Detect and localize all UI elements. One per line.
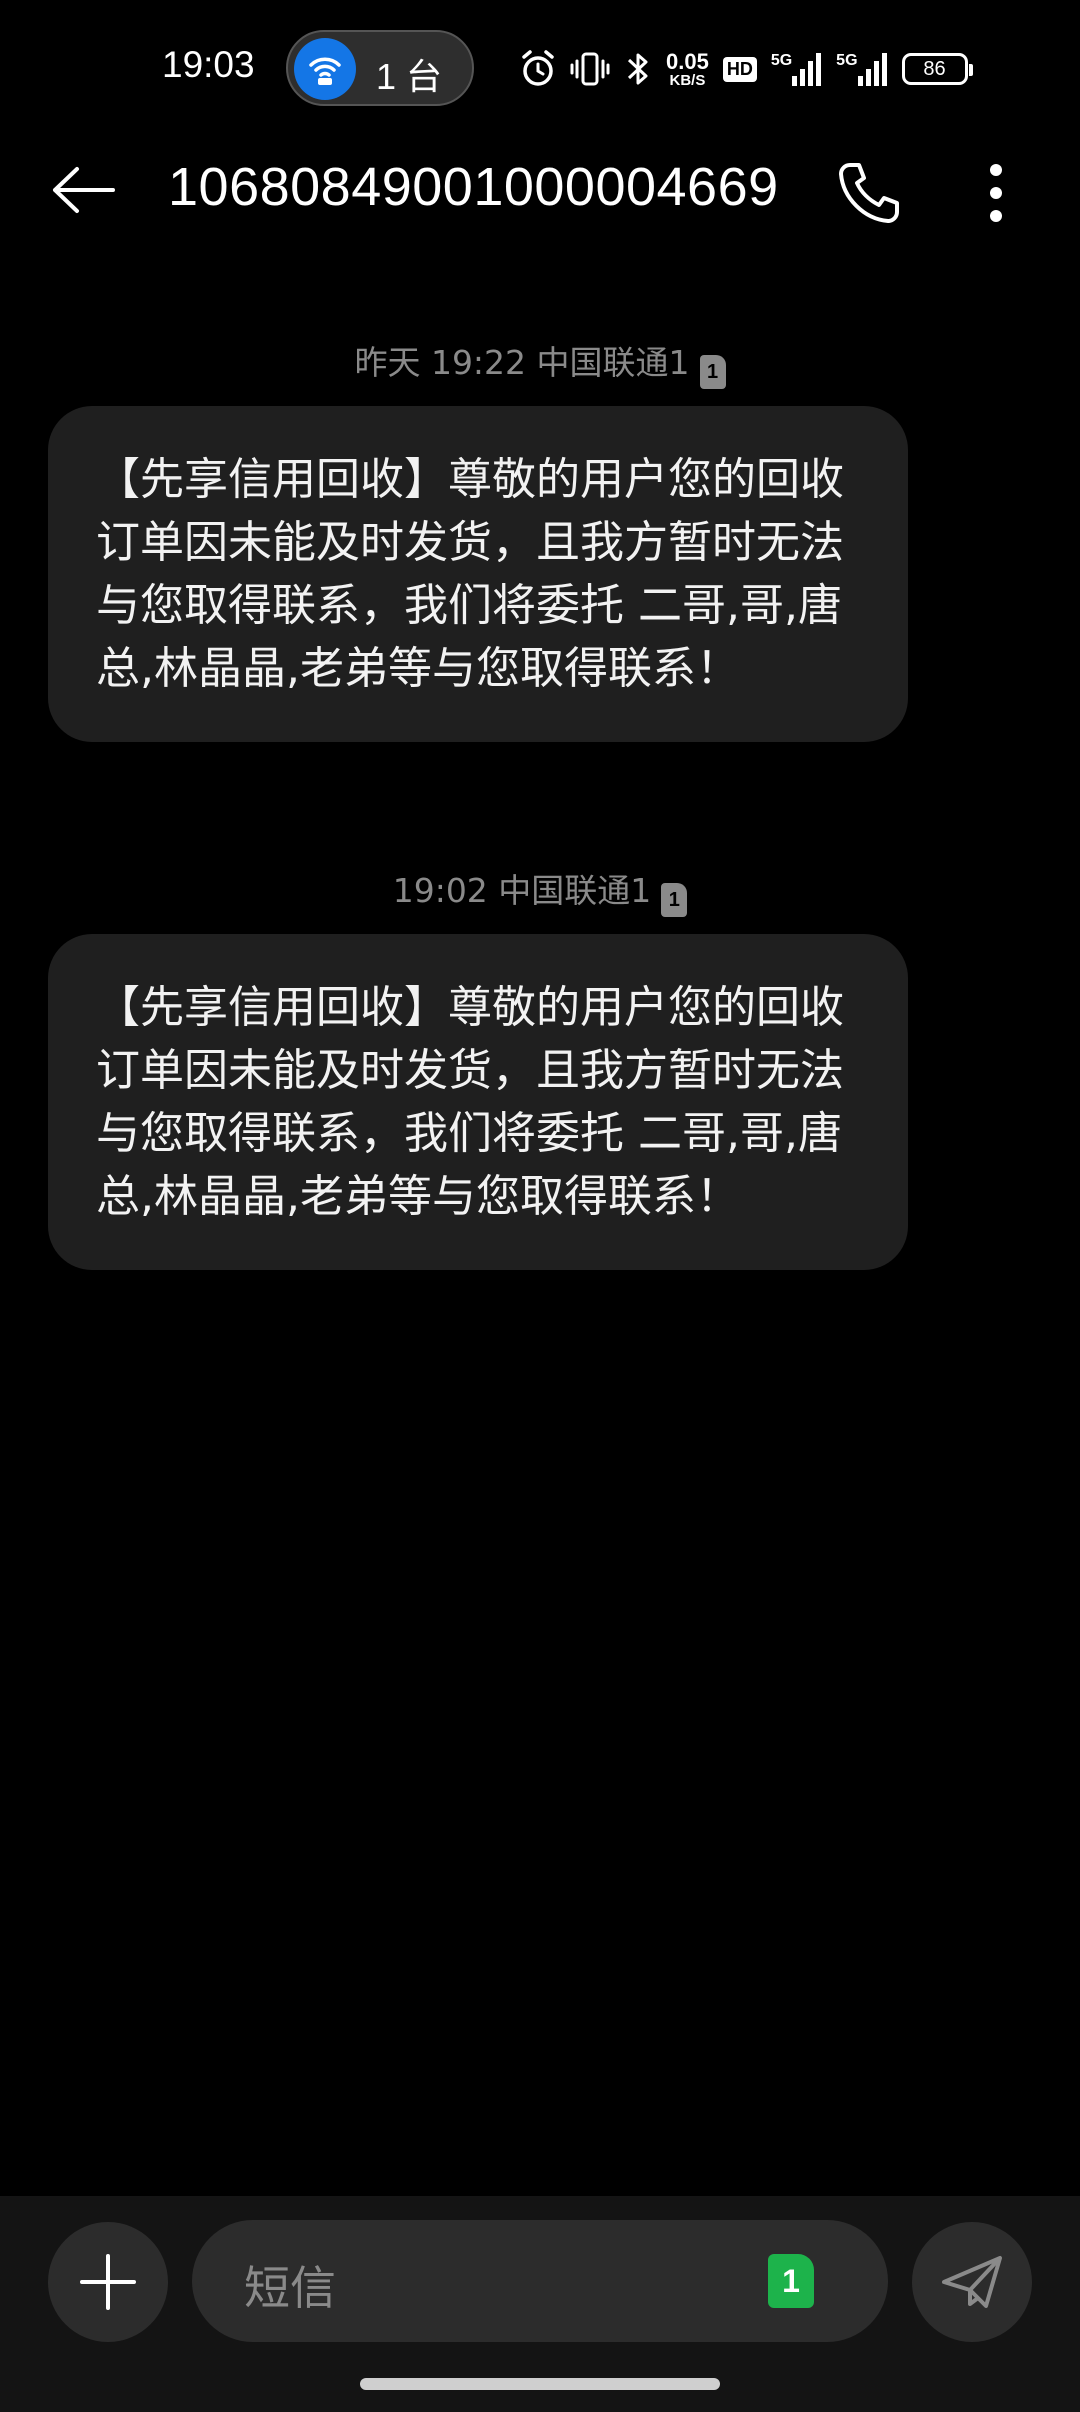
message-input[interactable]: 短信 1 — [192, 2220, 888, 2342]
send-icon — [942, 2256, 1002, 2308]
hotspot-indicator[interactable]: 1 台 — [286, 30, 474, 106]
send-button[interactable] — [912, 2222, 1032, 2342]
home-indicator[interactable] — [360, 2378, 720, 2390]
message-text: 【先享信用回收】尊敬的用户您的回收订单因未能及时发货，且我方暂时无法与您取得联系… — [96, 454, 844, 694]
network-speed-value: 0.05 — [666, 48, 709, 74]
message-meta-text: 19:02 中国联通1 — [392, 871, 652, 910]
plus-icon — [80, 2254, 136, 2310]
hotspot-device-count: 1 台 — [376, 56, 443, 97]
message-text: 【先享信用回收】尊敬的用户您的回收订单因未能及时发货，且我方暂时无法与您取得联系… — [96, 982, 844, 1222]
message-meta-text: 昨天 19:22 中国联通1 — [354, 343, 690, 382]
more-options-button[interactable] — [966, 154, 1026, 232]
signal-icon: 5G — [836, 52, 887, 86]
attach-button[interactable] — [48, 2222, 168, 2342]
status-icons: 0.05 KB/S HD 5G 5G 86 — [520, 42, 990, 96]
contact-title: 10680849001000004669 — [168, 157, 779, 217]
message-input-placeholder: 短信 — [244, 2261, 336, 2315]
message-bubble[interactable]: 【先享信用回收】尊敬的用户您的回收订单因未能及时发货，且我方暂时无法与您取得联系… — [48, 406, 908, 742]
signal-1-label: 5G — [770, 52, 793, 69]
back-button[interactable] — [44, 154, 124, 226]
battery-level: 86 — [923, 57, 946, 80]
back-arrow-icon — [53, 167, 115, 213]
alarm-icon — [520, 49, 556, 89]
signal-icon: 5G — [771, 52, 822, 86]
bluetooth-icon — [624, 49, 652, 89]
message-timestamp: 19:02 中国联通1 1 — [0, 864, 1080, 917]
more-vertical-icon — [990, 164, 1002, 222]
status-bar: 19:03 1 台 0.05 KB/S HD 5G 5G 86 — [0, 0, 1080, 130]
hotspot-icon — [294, 38, 356, 100]
message-timestamp: 昨天 19:22 中国联通1 1 — [0, 336, 1080, 389]
phone-icon — [839, 163, 899, 223]
sim-selector-icon[interactable]: 1 — [768, 2254, 814, 2308]
sim-card-icon: 1 — [661, 883, 688, 917]
network-speed-unit: KB/S — [669, 71, 706, 89]
network-speed: 0.05 KB/S — [666, 48, 709, 89]
status-time: 19:03 — [162, 44, 255, 85]
conversation-header: 10680849001000004669 — [0, 130, 1080, 250]
vibrate-icon — [570, 49, 610, 89]
hd-voice-badge: HD — [722, 56, 757, 82]
sim-card-icon: 1 — [699, 355, 726, 389]
signal-2-label: 5G — [836, 52, 858, 69]
battery-icon: 86 — [901, 53, 973, 85]
sms-thread-screen: 19:03 1 台 0.05 KB/S HD 5G 5G 86 10680849… — [0, 0, 1080, 2412]
message-bubble[interactable]: 【先享信用回收】尊敬的用户您的回收订单因未能及时发货，且我方暂时无法与您取得联系… — [48, 934, 908, 1270]
call-button[interactable] — [830, 154, 908, 232]
